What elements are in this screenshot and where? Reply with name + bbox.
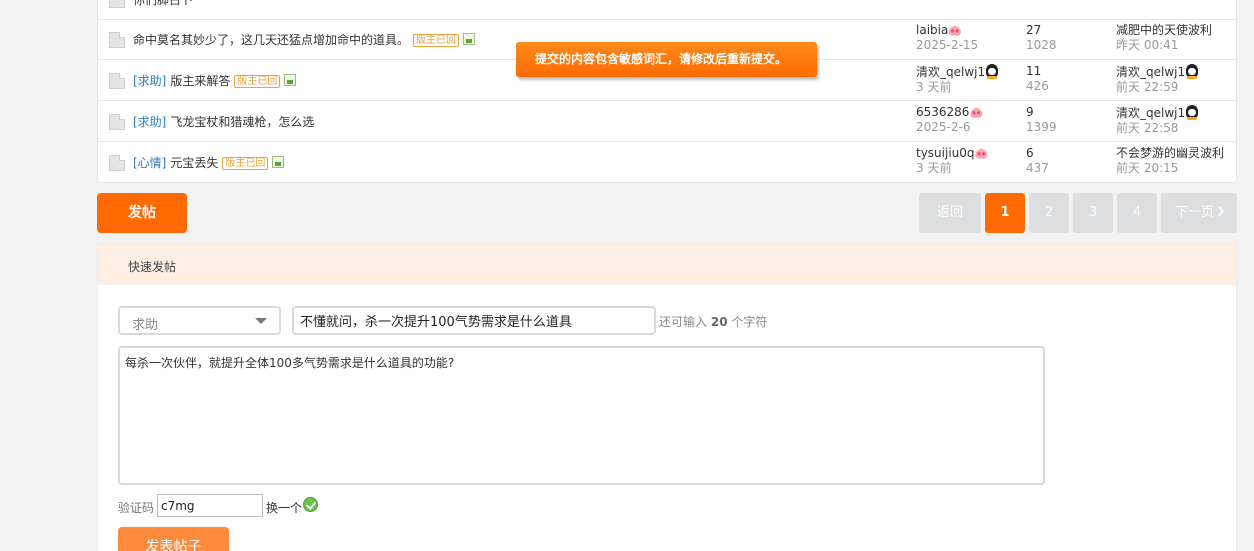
thread-count-col: 6 437: [1026, 146, 1049, 176]
penguin-icon: [1186, 105, 1199, 120]
quick-post-title: 快速发帖: [128, 260, 177, 274]
thread-last-time: 前天 22:58: [1116, 121, 1179, 135]
image-attachment-icon: [272, 156, 285, 168]
captcha-label: 验证码: [118, 501, 155, 515]
thread-replies: 11: [1026, 64, 1042, 78]
pagination-next-button[interactable]: 下一页: [1161, 193, 1237, 233]
pagination-page-4[interactable]: 4: [1117, 193, 1157, 233]
category-select-value: 求助: [132, 318, 159, 333]
image-attachment-icon: [284, 74, 297, 86]
thread-count-col: 27 1028: [1026, 23, 1057, 53]
thread-author-col: laibia🐽 2025-2-15: [916, 23, 978, 53]
thread-author-col: 6536286🐽 2025-2-6: [916, 105, 983, 135]
thread-date: 3 天前: [916, 161, 952, 175]
thread-row[interactable]: [心情] 元宝丢失 版主已回 tysuijiu0q🐽 3 天前 6 437 不会梦游的幽灵波利…: [98, 142, 1236, 183]
thread-last-user[interactable]: 不会梦游的幽灵波利: [1116, 146, 1224, 160]
thread-views: 426: [1026, 79, 1049, 93]
thread-replies: 6: [1026, 146, 1034, 160]
remaining-chars-hint: 还可输入 20 个字符: [659, 313, 767, 330]
penguin-icon: [1186, 64, 1199, 79]
thread-last-time: 前天 20:15: [1116, 161, 1179, 175]
pagination-page-1[interactable]: 1: [985, 193, 1025, 233]
thread-title[interactable]: 飞龙宝杖和猎魂枪，怎么选: [170, 115, 314, 129]
thread-author-col: tysuijiu0q🐽 3 天前: [916, 146, 988, 176]
document-icon: [109, 0, 125, 8]
remaining-prefix: 还可输入: [659, 315, 708, 329]
new-post-button[interactable]: 发帖: [97, 193, 187, 233]
thread-count-col: 9 1399: [1026, 105, 1057, 135]
thread-last-post-col: 减肥中的天使波利 昨天 00:41: [1116, 23, 1212, 53]
pagination-back-button[interactable]: 返回: [919, 193, 981, 233]
document-icon: [109, 114, 125, 130]
captcha-refresh-link[interactable]: 换一个: [266, 499, 302, 516]
thread-replies: 9: [1026, 105, 1034, 119]
thread-tag[interactable]: [心情]: [133, 156, 166, 170]
thread-author[interactable]: laibia: [916, 23, 948, 37]
thread-views: 1028: [1026, 38, 1057, 52]
thread-last-user[interactable]: 清欢_qelwj1: [1116, 65, 1185, 79]
pagination-page-2[interactable]: 2: [1029, 193, 1069, 233]
thread-tag[interactable]: [求助]: [133, 115, 166, 129]
post-content-textarea[interactable]: 每杀一次伙伴，就提升全体100多气势需求是什么道具的功能?: [118, 346, 1045, 485]
document-icon: [109, 32, 125, 48]
quick-post-panel: 快速发帖 求助 还可输入 20 个字符 每杀一次伙伴，就提升全体100多气势需求…: [97, 243, 1237, 551]
document-icon: [109, 73, 125, 89]
moderator-replied-badge: 版主已回: [234, 75, 281, 88]
thread-last-user[interactable]: 减肥中的天使波利: [1116, 23, 1212, 37]
document-icon: [109, 155, 125, 171]
thread-row[interactable]: 你们脚占卜前天 21:16153昨天 01:06: [98, 0, 1236, 20]
pagination-page-3[interactable]: 3: [1073, 193, 1113, 233]
thread-title-wrap: [求助] 飞龙宝杖和猎魂枪，怎么选: [133, 113, 314, 130]
chevron-right-icon: [1214, 206, 1225, 217]
category-select[interactable]: 求助: [118, 306, 281, 335]
penguin-icon: [986, 64, 999, 79]
thread-title[interactable]: 命中莫名其妙少了，这几天还猛点增加命中的道具。: [133, 33, 409, 47]
thread-last-post-col: 清欢_qelwj1 前天 22:59: [1116, 64, 1199, 95]
moderator-replied-badge: 版主已回: [222, 157, 269, 170]
thread-tag[interactable]: [求助]: [133, 74, 166, 88]
pagination-next-label: 下一页: [1174, 205, 1214, 220]
thread-author[interactable]: tysuijiu0q: [916, 146, 975, 160]
thread-views: 437: [1026, 161, 1049, 175]
thread-last-post-col: 清欢_qelwj1 前天 22:58: [1116, 105, 1199, 136]
thread-author[interactable]: 6536286: [916, 105, 969, 119]
error-toast: 提交的内容包含敏感词汇，请修改后重新提交。: [516, 42, 817, 77]
toast-message: 提交的内容包含敏感词汇，请修改后重新提交。: [535, 52, 788, 66]
thread-title[interactable]: 元宝丢失: [170, 156, 218, 170]
remaining-count: 20: [710, 315, 728, 329]
post-title-input[interactable]: [292, 306, 656, 335]
thread-title-wrap: 命中莫名其妙少了，这几天还猛点增加命中的道具。 版主已回: [133, 31, 476, 48]
thread-last-user[interactable]: 清欢_qelwj1: [1116, 106, 1185, 120]
thread-list: 你们脚占卜前天 21:16153昨天 01:06 命中莫名其妙少了，这几天还猛点增…: [97, 0, 1237, 183]
captcha-input[interactable]: [157, 494, 263, 517]
thread-last-post-col: 不会梦游的幽灵波利 前天 20:15: [1116, 146, 1224, 176]
thread-author-col: 清欢_qelwj1 3 天前: [916, 64, 999, 95]
thread-count-col: 11 426: [1026, 64, 1049, 94]
image-attachment-icon: [463, 33, 476, 45]
thread-title[interactable]: 你们脚占卜: [133, 0, 193, 7]
remaining-suffix: 个字符: [731, 315, 768, 329]
thread-author[interactable]: 清欢_qelwj1: [916, 65, 985, 79]
thread-date: 3 天前: [916, 80, 952, 94]
submit-post-button[interactable]: 发表帖子: [118, 527, 229, 551]
thread-title-wrap: 你们脚占卜: [133, 0, 193, 8]
thread-last-time: 前天 22:59: [1116, 80, 1179, 94]
thread-title-wrap: [心情] 元宝丢失 版主已回: [133, 154, 285, 171]
pig-icon: 🐽: [948, 24, 963, 37]
check-icon: [303, 497, 318, 512]
thread-date: 2025-2-15: [916, 38, 979, 52]
thread-row[interactable]: [求助] 飞龙宝杖和猎魂枪，怎么选 6536286🐽 2025-2-6 9 1399 清欢_…: [98, 101, 1236, 142]
chevron-down-icon: [255, 318, 267, 324]
pig-icon: 🐽: [969, 106, 984, 119]
thread-views: 1399: [1026, 120, 1057, 134]
thread-date: 2025-2-6: [916, 120, 971, 134]
pig-icon: 🐽: [974, 147, 989, 160]
thread-title-wrap: [求助] 版主来解答 版主已回: [133, 72, 297, 89]
thread-replies: 27: [1026, 23, 1042, 37]
thread-last-time: 昨天 00:41: [1116, 38, 1179, 52]
thread-title[interactable]: 版主来解答: [170, 74, 230, 88]
moderator-replied-badge: 版主已回: [413, 34, 460, 47]
quick-post-header: 快速发帖: [98, 244, 1236, 285]
